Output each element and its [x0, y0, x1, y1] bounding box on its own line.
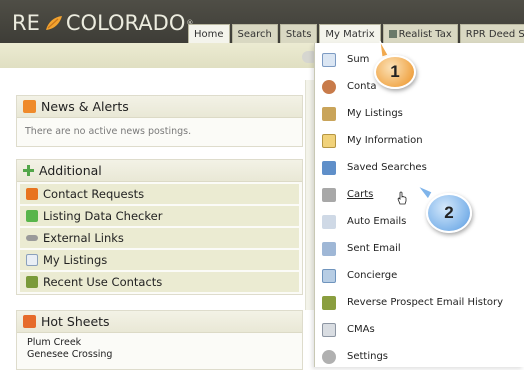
tab-home[interactable]: Home [188, 24, 230, 43]
menu-item-label: Conta [347, 81, 377, 92]
menu-item-label: Saved Searches [347, 162, 427, 173]
fire-icon [23, 315, 36, 328]
reverse-prospect-icon [322, 295, 336, 310]
hot-sheets-header[interactable]: Hot Sheets [17, 311, 302, 333]
menu-item-label: My Information [347, 135, 423, 146]
menu-item-label: CMAs [347, 324, 375, 335]
news-alerts-title: News & Alerts [41, 99, 129, 114]
contact-requests-icon [26, 188, 38, 200]
document-icon [26, 254, 38, 266]
menu-item-cmas[interactable]: CMAs [315, 316, 524, 343]
main-nav-tabs: Home Search Stats My Matrix Realist Tax … [188, 24, 524, 43]
logo-text-right: COLORADO [65, 11, 186, 35]
tab-my-matrix[interactable]: My Matrix [319, 24, 381, 43]
menu-item-label: My Listings [347, 108, 403, 119]
listings-icon [322, 106, 336, 121]
news-alerts-header[interactable]: News & Alerts [17, 96, 302, 118]
tab-search[interactable]: Search [231, 24, 278, 43]
additional-item-label: Recent Use Contacts [43, 275, 163, 289]
menu-item-reverse-prospect[interactable]: Reverse Prospect Email History [315, 289, 524, 316]
additional-item-contact-requests[interactable]: Contact Requests [20, 184, 299, 206]
menu-item-label: Settings [347, 351, 389, 362]
header-bar: RE COLORADO ® Home Search Stats My Matri… [0, 0, 524, 43]
additional-item-label: My Listings [43, 253, 108, 267]
additional-header[interactable]: Additional [17, 160, 302, 182]
hand-cursor-icon [397, 191, 407, 205]
information-icon [322, 133, 336, 148]
additional-item-label: Contact Requests [43, 187, 145, 201]
callout-2-pointer-icon [418, 186, 433, 200]
hot-sheet-item[interactable]: Genesee Crossing [27, 349, 292, 361]
logo-leaf-icon [45, 16, 62, 30]
menu-item-label: Sum [347, 54, 370, 65]
contacts-icon [26, 276, 38, 288]
menu-item-label: Carts [347, 189, 374, 200]
menu-item-summary[interactable]: Sum [315, 46, 524, 73]
rss-icon [23, 100, 36, 113]
realist-tax-icon [388, 30, 397, 38]
hot-sheets-title: Hot Sheets [41, 314, 110, 329]
link-icon [26, 235, 38, 241]
menu-item-label: Reverse Prospect Email History [347, 297, 504, 308]
menu-item-label: Auto Emails [347, 216, 407, 227]
tab-realist-tax[interactable]: Realist Tax [382, 24, 458, 43]
menu-item-contacts[interactable]: Conta [315, 73, 524, 100]
additional-item-my-listings[interactable]: My Listings [20, 250, 299, 272]
menu-item-concierge[interactable]: Concierge [315, 262, 524, 289]
summary-icon [322, 52, 336, 67]
auto-email-icon [322, 214, 336, 229]
recolorado-logo[interactable]: RE COLORADO ® [12, 11, 193, 35]
menu-item-saved-searches[interactable]: Saved Searches [315, 154, 524, 181]
tab-realist-tax-label: Realist Tax [398, 29, 452, 40]
news-alerts-panel: News & Alerts There are no active news p… [16, 95, 303, 147]
additional-item-external-links[interactable]: External Links [20, 228, 299, 250]
additional-title: Additional [39, 163, 102, 178]
plus-icon [23, 165, 34, 176]
additional-item-recent-use-contacts[interactable]: Recent Use Contacts [20, 272, 299, 294]
contacts-icon [322, 79, 336, 94]
news-empty-message: There are no active news postings. [25, 126, 192, 137]
sent-email-icon [322, 241, 336, 256]
menu-item-auto-emails[interactable]: Auto Emails [315, 208, 524, 235]
menu-item-my-listings[interactable]: My Listings [315, 100, 524, 127]
hot-sheet-item[interactable]: Plum Creek [27, 337, 292, 349]
additional-item-label: Listing Data Checker [43, 209, 163, 223]
tab-stats[interactable]: Stats [279, 24, 318, 43]
additional-item-listing-data-checker[interactable]: Listing Data Checker [20, 206, 299, 228]
concierge-icon [322, 268, 336, 283]
menu-item-label: Sent Email [347, 243, 401, 254]
callout-step-1: 1 [374, 55, 416, 89]
cma-icon [322, 322, 336, 337]
menu-item-sent-email[interactable]: Sent Email [315, 235, 524, 262]
menu-item-my-information[interactable]: My Information [315, 127, 524, 154]
checker-icon [26, 210, 38, 222]
hot-sheets-panel: Hot Sheets Plum Creek Genesee Crossing [16, 310, 303, 370]
menu-item-label: Concierge [347, 270, 398, 281]
menu-item-settings[interactable]: Settings [315, 343, 524, 370]
logo-text-left: RE [12, 11, 40, 35]
additional-panel: Additional Contact Requests Listing Data… [16, 159, 303, 295]
settings-icon [322, 349, 336, 364]
additional-item-label: External Links [43, 231, 124, 245]
saved-searches-icon [322, 160, 336, 175]
cart-icon [322, 187, 336, 202]
my-matrix-dropdown: Sum Conta My Listings My Information Sav… [314, 43, 524, 367]
tab-rpr-deed[interactable]: RPR Deed Se [459, 24, 524, 43]
callout-step-2: 2 [426, 193, 472, 233]
